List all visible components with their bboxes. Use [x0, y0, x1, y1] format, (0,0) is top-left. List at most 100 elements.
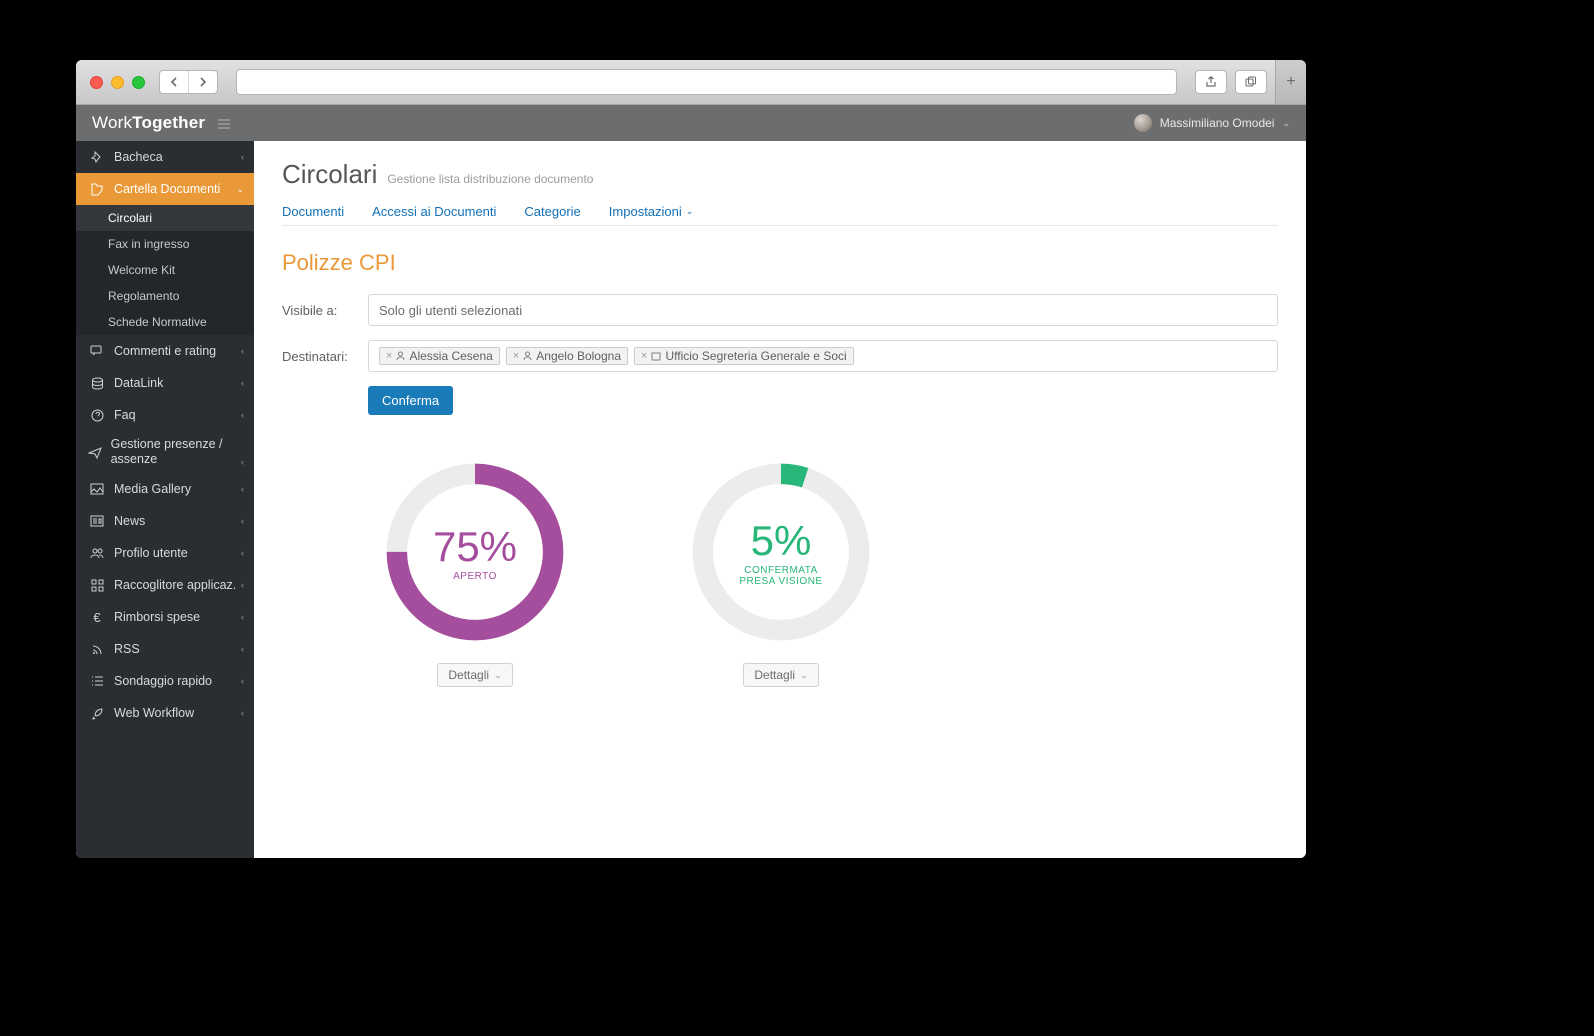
sidebar-item-bacheca[interactable]: Bacheca ‹	[76, 141, 254, 173]
tab-documenti[interactable]: Documenti	[282, 204, 344, 219]
help-icon	[88, 409, 106, 422]
sidebar-item-label: Web Workflow	[114, 706, 194, 720]
tab-impostazioni[interactable]: Impostazioni⌄	[609, 204, 694, 219]
sidebar-subitem-fax[interactable]: Fax in ingresso	[76, 231, 254, 257]
recipient-tag[interactable]: × Ufficio Segreteria Generale e Soci	[634, 347, 854, 365]
address-bar[interactable]	[236, 69, 1177, 95]
gauge-detail-button[interactable]: Dettagli ⌄	[743, 663, 818, 687]
tab-categorie[interactable]: Categorie	[524, 204, 580, 219]
share-button[interactable]	[1195, 70, 1227, 94]
content-tabs: Documenti Accessi ai Documenti Categorie…	[282, 204, 1278, 226]
sidebar-item-label: Faq	[114, 408, 136, 422]
tag-remove-icon[interactable]: ×	[513, 350, 519, 362]
tag-remove-icon[interactable]: ×	[641, 350, 647, 362]
chevron-down-icon: ⌄	[236, 184, 244, 195]
sidebar-item-media-gallery[interactable]: Media Gallery ‹	[76, 473, 254, 505]
browser-window: + WorkTogether Massimiliano Omodei ⌄ Ba	[76, 60, 1306, 858]
chevron-left-icon: ‹	[241, 676, 244, 686]
sidebar-item-label: Rimborsi spese	[114, 610, 200, 624]
window-zoom-icon[interactable]	[132, 76, 145, 89]
chevron-left-icon: ‹	[241, 516, 244, 526]
sidebar-item-label: Raccoglitore applicaz.	[114, 578, 236, 592]
sidebar-item-label: Profilo utente	[114, 546, 188, 560]
sidebar-item-rss[interactable]: RSS ‹	[76, 633, 254, 665]
sidebar: Bacheca ‹ Cartella Documenti ⌄ Circolari…	[76, 141, 254, 858]
sidebar-subitem-circolari[interactable]: Circolari	[76, 205, 254, 231]
sidebar-item-sondaggio[interactable]: Sondaggio rapido ‹	[76, 665, 254, 697]
sidebar-item-workflow[interactable]: Web Workflow ‹	[76, 697, 254, 729]
confirm-button[interactable]: Conferma	[368, 386, 453, 415]
new-tab-button[interactable]: +	[1275, 60, 1306, 104]
tabs-button[interactable]	[1235, 70, 1267, 94]
sidebar-item-label: Media Gallery	[114, 482, 191, 496]
comments-icon	[88, 345, 106, 357]
image-icon	[88, 483, 106, 495]
page-subtitle: Gestione lista distribuzione documento	[387, 172, 593, 186]
tag-label: Angelo Bologna	[536, 349, 621, 363]
chevron-down-icon: ⌄	[800, 670, 808, 681]
gauge-detail-button[interactable]: Dettagli ⌄	[437, 663, 512, 687]
sidebar-subitems: Circolari Fax in ingresso Welcome Kit Re…	[76, 205, 254, 335]
recipients-row: Destinatari: × Alessia Cesena × Angelo B…	[282, 340, 1278, 372]
sidebar-item-cartella-documenti[interactable]: Cartella Documenti ⌄	[76, 173, 254, 205]
chevron-left-icon: ‹	[241, 708, 244, 718]
sidebar-item-rimborsi[interactable]: € Rimborsi spese ‹	[76, 601, 254, 633]
main-content: Circolari Gestione lista distribuzione d…	[254, 141, 1306, 858]
visible-row: Visibile a: Solo gli utenti selezionati	[282, 294, 1278, 326]
gauge-aperto: 75% APERTO Dettagli ⌄	[382, 459, 568, 687]
nav-buttons	[159, 70, 218, 94]
grid-icon	[88, 579, 106, 592]
app-logo: WorkTogether	[76, 113, 246, 133]
recipient-tag[interactable]: × Alessia Cesena	[379, 347, 500, 365]
chevron-left-icon: ‹	[241, 484, 244, 494]
sidebar-subitem-schede-normative[interactable]: Schede Normative	[76, 309, 254, 335]
chevron-left-icon: ‹	[241, 152, 244, 162]
sidebar-item-news[interactable]: News ‹	[76, 505, 254, 537]
chevron-left-icon: ‹	[241, 612, 244, 622]
sidebar-item-label: DataLink	[114, 376, 163, 390]
sidebar-item-commenti[interactable]: Commenti e rating ‹	[76, 335, 254, 367]
sidebar-item-raccoglitore[interactable]: Raccoglitore applicaz. ‹	[76, 569, 254, 601]
recipients-label: Destinatari:	[282, 349, 368, 364]
tag-label: Alessia Cesena	[409, 349, 492, 363]
sidebar-item-label: Commenti e rating	[114, 344, 216, 358]
tag-remove-icon[interactable]: ×	[386, 350, 392, 362]
chevron-left-icon: ‹	[241, 378, 244, 388]
avatar	[1134, 114, 1152, 132]
database-icon	[88, 377, 106, 390]
sidebar-item-presenze[interactable]: Gestione presenze / assenze ‹	[76, 431, 254, 473]
chevron-down-icon: ⌄	[686, 206, 694, 217]
chevron-left-icon: ‹	[241, 410, 244, 420]
sidebar-item-label: News	[114, 514, 145, 528]
recipients-input[interactable]: × Alessia Cesena × Angelo Bologna ×	[368, 340, 1278, 372]
sidebar-item-faq[interactable]: Faq ‹	[76, 399, 254, 431]
sidebar-subitem-welcome-kit[interactable]: Welcome Kit	[76, 257, 254, 283]
window-close-icon[interactable]	[90, 76, 103, 89]
gauges-row: 75% APERTO Dettagli ⌄	[382, 459, 1278, 687]
section-title: Polizze CPI	[282, 250, 1278, 276]
logo-bold: Together	[132, 113, 205, 132]
user-menu[interactable]: Massimiliano Omodei ⌄	[1134, 114, 1306, 132]
sidebar-item-label: Cartella Documenti	[114, 182, 220, 196]
users-icon	[88, 547, 106, 559]
window-minimize-icon[interactable]	[111, 76, 124, 89]
sidebar-subitem-regolamento[interactable]: Regolamento	[76, 283, 254, 309]
visible-select[interactable]: Solo gli utenti selezionati	[368, 294, 1278, 326]
recipient-tag[interactable]: × Angelo Bologna	[506, 347, 628, 365]
tab-accessi[interactable]: Accessi ai Documenti	[372, 204, 496, 219]
nav-forward-button[interactable]	[188, 71, 217, 93]
gauge-label: CONFERMATA PRESA VISIONE	[739, 565, 822, 587]
folder-icon	[88, 183, 106, 196]
browser-tool-buttons	[1195, 70, 1267, 94]
sidebar-item-label: Bacheca	[114, 150, 163, 164]
nav-back-button[interactable]	[160, 71, 188, 93]
gauge-confermata: 5% CONFERMATA PRESA VISIONE Dettagli ⌄	[688, 459, 874, 687]
hamburger-icon[interactable]	[218, 119, 230, 129]
sidebar-item-datalink[interactable]: DataLink ‹	[76, 367, 254, 399]
sidebar-item-profilo[interactable]: Profilo utente ‹	[76, 537, 254, 569]
gauge-label: APERTO	[453, 571, 497, 582]
visible-value: Solo gli utenti selezionati	[379, 303, 522, 318]
person-icon	[396, 351, 405, 361]
app-header: WorkTogether Massimiliano Omodei ⌄	[76, 105, 1306, 141]
gauge-value: 5%	[751, 517, 812, 565]
